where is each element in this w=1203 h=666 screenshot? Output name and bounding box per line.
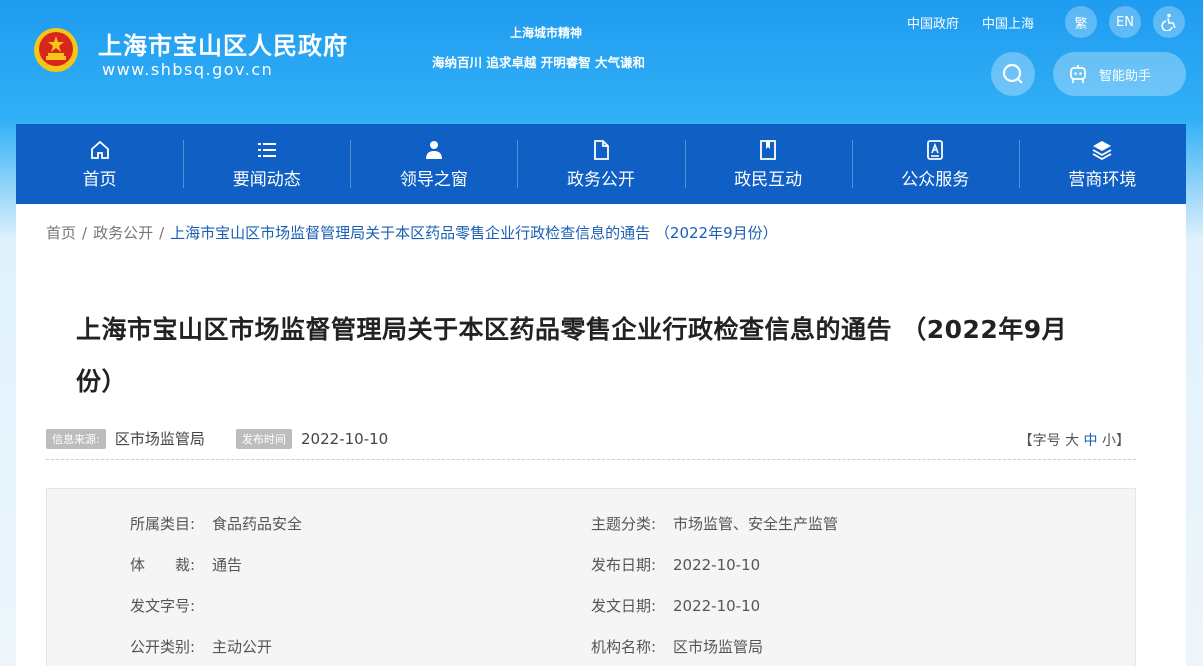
info-genre: 体 裁: 通告 <box>130 556 243 574</box>
site-title[interactable]: 上海市宝山区人民政府 <box>98 26 348 61</box>
document-info-box: 所属类目: 食品药品安全 主题分类: 市场监管、安全生产监管 体 裁: 通告 发布日期… <box>46 488 1136 666</box>
date-value: 2022-10-10 <box>301 429 389 448</box>
city-spirit-text: 海纳百川 追求卓越 开明睿智 大气谦和 <box>432 55 646 70</box>
site-header: 上海市宝山区人民政府 www.shbsq.gov.cn 上海城市精神 海纳百川 … <box>0 0 1203 124</box>
info-category: 所属类目: 食品药品安全 <box>130 515 303 533</box>
smart-assistant-button[interactable]: 智能助手 <box>1053 52 1186 96</box>
article-content: 首页 / 政务公开 / 上海市宝山区市场监督管理局关于本区药品零售企业行政检查信息的通告… <box>16 204 1186 666</box>
person-icon <box>425 140 442 159</box>
font-size-control: 【字号 大 中 小】 <box>1018 433 1130 449</box>
nav-home-label: 首页 <box>82 169 117 190</box>
nav-interaction-label: 政民互动 <box>734 169 803 190</box>
breadcrumb: 首页 / 政务公开 / 上海市宝山区市场监督管理局关于本区药品零售企业行政检查信息的通告… <box>46 224 778 242</box>
info-open-type: 公开类别: 主动公开 <box>130 638 273 656</box>
nav-interaction[interactable]: 政民互动 <box>684 124 852 204</box>
document-icon <box>594 139 609 160</box>
list-icon <box>257 142 276 157</box>
date-tag: 发布时间 <box>235 428 292 449</box>
info-org: 机构名称: 区市场监管局 <box>591 638 764 656</box>
home-icon <box>90 140 109 159</box>
page-title-line2: 份） <box>76 367 128 396</box>
search-icon <box>1002 63 1023 84</box>
layers-icon <box>1092 140 1112 160</box>
font-size-large[interactable]: 大 <box>1065 433 1079 449</box>
link-china-gov[interactable]: 中国政府 <box>907 13 959 32</box>
breadcrumb-section[interactable]: 政务公开 <box>93 224 153 242</box>
nav-business-env[interactable]: 营商环境 <box>1018 124 1186 204</box>
nav-public-affairs-label: 政务公开 <box>566 169 635 190</box>
nav-leaders[interactable]: 领导之窗 <box>350 124 517 204</box>
source-value: 区市场监管局 <box>114 430 205 448</box>
breadcrumb-home[interactable]: 首页 <box>46 224 76 242</box>
bookmark-icon <box>760 139 777 160</box>
info-pub-date: 发布日期: 2022-10-10 <box>591 556 761 574</box>
link-china-shanghai[interactable]: 中国上海 <box>982 13 1034 32</box>
search-button[interactable] <box>991 52 1035 96</box>
nav-public-affairs[interactable]: 政务公开 <box>517 124 684 204</box>
nav-news-label: 要闻动态 <box>232 169 301 190</box>
font-size-medium[interactable]: 中 <box>1084 433 1098 449</box>
info-topic: 主题分类: 市场监管、安全生产监管 <box>591 515 839 533</box>
traditional-chinese-button[interactable]: 繁 <box>1065 6 1097 38</box>
page-title: 上海市宝山区市场监督管理局关于本区药品零售企业行政检查信息的通告 （2022年9… <box>76 304 1096 408</box>
font-size-small[interactable]: 小 <box>1102 433 1116 449</box>
nav-leaders-label: 领导之窗 <box>399 169 468 190</box>
nav-business-env-label: 营商环境 <box>1068 169 1137 190</box>
city-spirit-title: 上海城市精神 <box>510 26 583 40</box>
service-icon <box>927 139 944 160</box>
breadcrumb-current[interactable]: 上海市宝山区市场监督管理局关于本区药品零售企业行政检查信息的通告 （2022年9… <box>170 224 778 242</box>
nav-public-services-label: 公众服务 <box>901 169 970 190</box>
source-tag: 信息来源: <box>46 428 106 449</box>
wheelchair-icon <box>1161 13 1176 31</box>
site-url[interactable]: www.shbsq.gov.cn <box>102 60 273 79</box>
nav-news[interactable]: 要闻动态 <box>183 124 350 204</box>
robot-icon <box>1070 65 1086 83</box>
main-nav: 首页 要闻动态 领导之窗 政务公开 政民互动 公众服务 营商环境 <box>16 124 1186 204</box>
nav-home[interactable]: 首页 <box>16 124 183 204</box>
english-button[interactable]: EN <box>1109 6 1141 38</box>
info-doc-date: 发文日期: 2022-10-10 <box>591 597 761 615</box>
info-doc-no: 发文字号: <box>130 597 196 615</box>
accessibility-button[interactable] <box>1153 6 1185 38</box>
page-title-line1: 上海市宝山区市场监督管理局关于本区药品零售企业行政检查信息的通告 （2022年9… <box>76 315 1068 344</box>
national-emblem-icon <box>34 28 78 72</box>
smart-assistant-label: 智能助手 <box>1099 68 1152 84</box>
article-meta: 信息来源: 区市场监管局 发布时间 2022-10-10 【字号 大 中 小】 <box>46 428 1136 460</box>
nav-public-services[interactable]: 公众服务 <box>851 124 1019 204</box>
